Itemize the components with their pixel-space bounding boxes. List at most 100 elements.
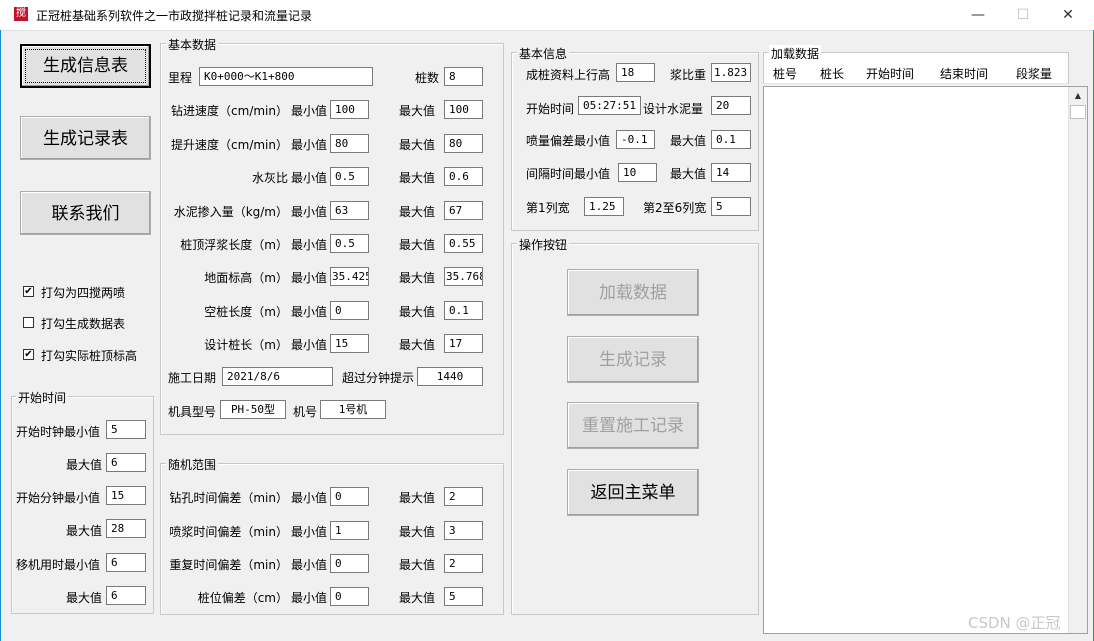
empty-pile-label: 空桩长度（m）	[204, 305, 288, 319]
checkbox-four-mix-two-spray[interactable]: ✔	[23, 286, 34, 297]
start-minute-min-input[interactable]: 15	[106, 486, 146, 505]
empty-pile-max-input[interactable]: 0.1	[444, 301, 483, 320]
machine-type-label: 机具型号	[168, 405, 217, 419]
maximize-button: ☐	[1016, 7, 1030, 23]
column-header-pile-length[interactable]: 桩长	[820, 65, 844, 82]
drill-time-dev-label: 钻孔时间偏差（min）	[169, 491, 288, 505]
return-main-menu-button[interactable]: 返回主菜单	[567, 469, 699, 516]
start-time-info-input[interactable]: 05:27:51	[578, 96, 641, 115]
start-time-legend: 开始时间	[16, 389, 69, 406]
top-raise-input[interactable]: 18	[616, 63, 655, 82]
pile-position-dev-label: 桩位偏差（cm）	[197, 591, 288, 605]
drill-speed-min-label: 最小值	[291, 104, 328, 118]
column-header-end-time[interactable]: 结束时间	[940, 65, 988, 82]
scroll-up-arrow-icon[interactable]: ▲	[1069, 87, 1087, 104]
drill-speed-min-input[interactable]: 100	[330, 100, 369, 119]
loaded-data-list[interactable]	[763, 86, 1088, 634]
slurry-ratio-label: 浆比重	[670, 68, 707, 82]
move-time-min-input[interactable]: 6	[106, 553, 146, 572]
design-length-min-input[interactable]: 15	[330, 334, 369, 353]
ground-elevation-label: 地面标高（m）	[204, 271, 288, 285]
spray-time-dev-max-input[interactable]: 3	[444, 521, 483, 540]
lift-speed-max-label: 最大值	[399, 138, 436, 152]
construction-date-input[interactable]: 2021/8/6	[222, 367, 333, 386]
water-cement-min-input[interactable]: 0.5	[330, 167, 369, 186]
cement-dosage-max-label: 最大值	[399, 205, 436, 219]
machine-type-input[interactable]: PH-50型	[220, 400, 286, 419]
mileage-input[interactable]: K0+000～K1+800	[199, 67, 373, 86]
water-cement-max-label: 最大值	[399, 171, 436, 185]
contact-us-button[interactable]: 联系我们	[20, 191, 151, 235]
start-hour-min-input[interactable]: 5	[106, 420, 146, 439]
col1-width-label: 第1列宽	[526, 201, 570, 215]
generate-info-table-button[interactable]: 生成信息表	[20, 44, 151, 88]
drill-speed-label: 钻进速度（cm/min）	[171, 104, 288, 118]
start-minute-max-label: 最大值	[66, 524, 103, 538]
move-time-min-label: 移机用时最小值	[16, 558, 101, 572]
generate-record-button[interactable]: 生成记录	[567, 336, 699, 383]
drill-speed-max-label: 最大值	[399, 104, 436, 118]
repeat-time-dev-min-input[interactable]: 0	[330, 554, 369, 573]
pile-count-label: 桩数	[415, 71, 440, 85]
pile-count-input[interactable]: 8	[444, 67, 483, 86]
checkbox-actual-pile-top-label: 打勾实际桩顶标高	[41, 349, 138, 363]
water-cement-max-input[interactable]: 0.6	[444, 167, 483, 186]
repeat-time-dev-min-label: 最小值	[291, 558, 328, 572]
load-data-button[interactable]: 加载数据	[567, 269, 699, 316]
column-header-pile-no[interactable]: 桩号	[773, 65, 797, 82]
start-hour-max-input[interactable]: 6	[106, 453, 146, 472]
overtime-input[interactable]: 1440	[417, 367, 483, 386]
float-slurry-min-input[interactable]: 0.5	[330, 234, 369, 253]
checkbox-actual-pile-top[interactable]: ✔	[23, 349, 34, 360]
random-range-legend: 随机范围	[166, 456, 219, 473]
cement-dosage-max-input[interactable]: 67	[444, 201, 483, 220]
minimize-button[interactable]: —	[955, 0, 1001, 30]
design-length-max-input[interactable]: 17	[444, 334, 483, 353]
design-cement-input[interactable]: 20	[711, 96, 751, 115]
empty-pile-min-label: 最小值	[291, 305, 328, 319]
list-scrollbar[interactable]: ▲	[1068, 87, 1087, 633]
spray-dev-max-input[interactable]: 0.1	[711, 130, 751, 149]
machine-no-input[interactable]: 1号机	[320, 400, 386, 419]
watermark: CSDN @正冠	[968, 614, 1061, 632]
drill-time-dev-max-input[interactable]: 2	[444, 487, 483, 506]
lift-speed-max-input[interactable]: 80	[444, 134, 483, 153]
col1-width-input[interactable]: 1.25	[584, 197, 624, 216]
machine-no-label: 机号	[293, 405, 318, 419]
float-slurry-max-input[interactable]: 0.55	[444, 234, 483, 253]
scroll-thumb[interactable]	[1070, 105, 1086, 119]
window-title: 正冠桩基础系列软件之一市政搅拌桩记录和流量记录	[36, 9, 313, 23]
empty-pile-min-input[interactable]: 0	[330, 301, 369, 320]
pile-position-dev-max-input[interactable]: 5	[444, 587, 483, 606]
slurry-ratio-input[interactable]: 1.823	[711, 63, 751, 82]
column-header-segment-slurry[interactable]: 段浆量	[1016, 65, 1052, 82]
water-cement-min-label: 最小值	[291, 171, 328, 185]
spray-time-dev-label: 喷浆时间偏差（min）	[169, 525, 288, 539]
checkbox-four-mix-two-spray-label: 打勾为四搅两喷	[41, 286, 126, 300]
spray-time-dev-min-input[interactable]: 1	[330, 521, 369, 540]
drill-speed-max-input[interactable]: 100	[444, 100, 483, 119]
interval-max-input[interactable]: 14	[711, 163, 751, 182]
interval-min-input[interactable]: 10	[618, 163, 657, 182]
interval-min-label: 间隔时间最小值	[526, 167, 611, 181]
spray-dev-min-input[interactable]: -0.1	[616, 130, 655, 149]
col2-6-width-input[interactable]: 5	[711, 197, 751, 216]
overtime-label: 超过分钟提示	[342, 371, 415, 385]
loaded-data-legend: 加载数据	[769, 45, 822, 62]
repeat-time-dev-max-input[interactable]: 2	[444, 554, 483, 573]
pile-position-dev-min-input[interactable]: 0	[330, 587, 369, 606]
cement-dosage-min-input[interactable]: 63	[330, 201, 369, 220]
start-hour-max-label: 最大值	[66, 458, 103, 472]
lift-speed-min-input[interactable]: 80	[330, 134, 369, 153]
column-header-start-time[interactable]: 开始时间	[866, 65, 914, 82]
close-button[interactable]: ✕	[1045, 0, 1091, 30]
drill-time-dev-min-input[interactable]: 0	[330, 487, 369, 506]
move-time-max-input[interactable]: 6	[106, 586, 146, 605]
ground-elevation-max-input[interactable]: 35.768	[444, 267, 483, 286]
start-minute-min-label: 开始分钟最小值	[16, 491, 101, 505]
ground-elevation-min-input[interactable]: 35.425	[330, 267, 369, 286]
checkbox-generate-datatable[interactable]	[23, 317, 34, 328]
start-minute-max-input[interactable]: 28	[106, 519, 146, 538]
generate-record-table-button[interactable]: 生成记录表	[20, 116, 151, 160]
reset-construction-record-button[interactable]: 重置施工记录	[567, 402, 699, 449]
